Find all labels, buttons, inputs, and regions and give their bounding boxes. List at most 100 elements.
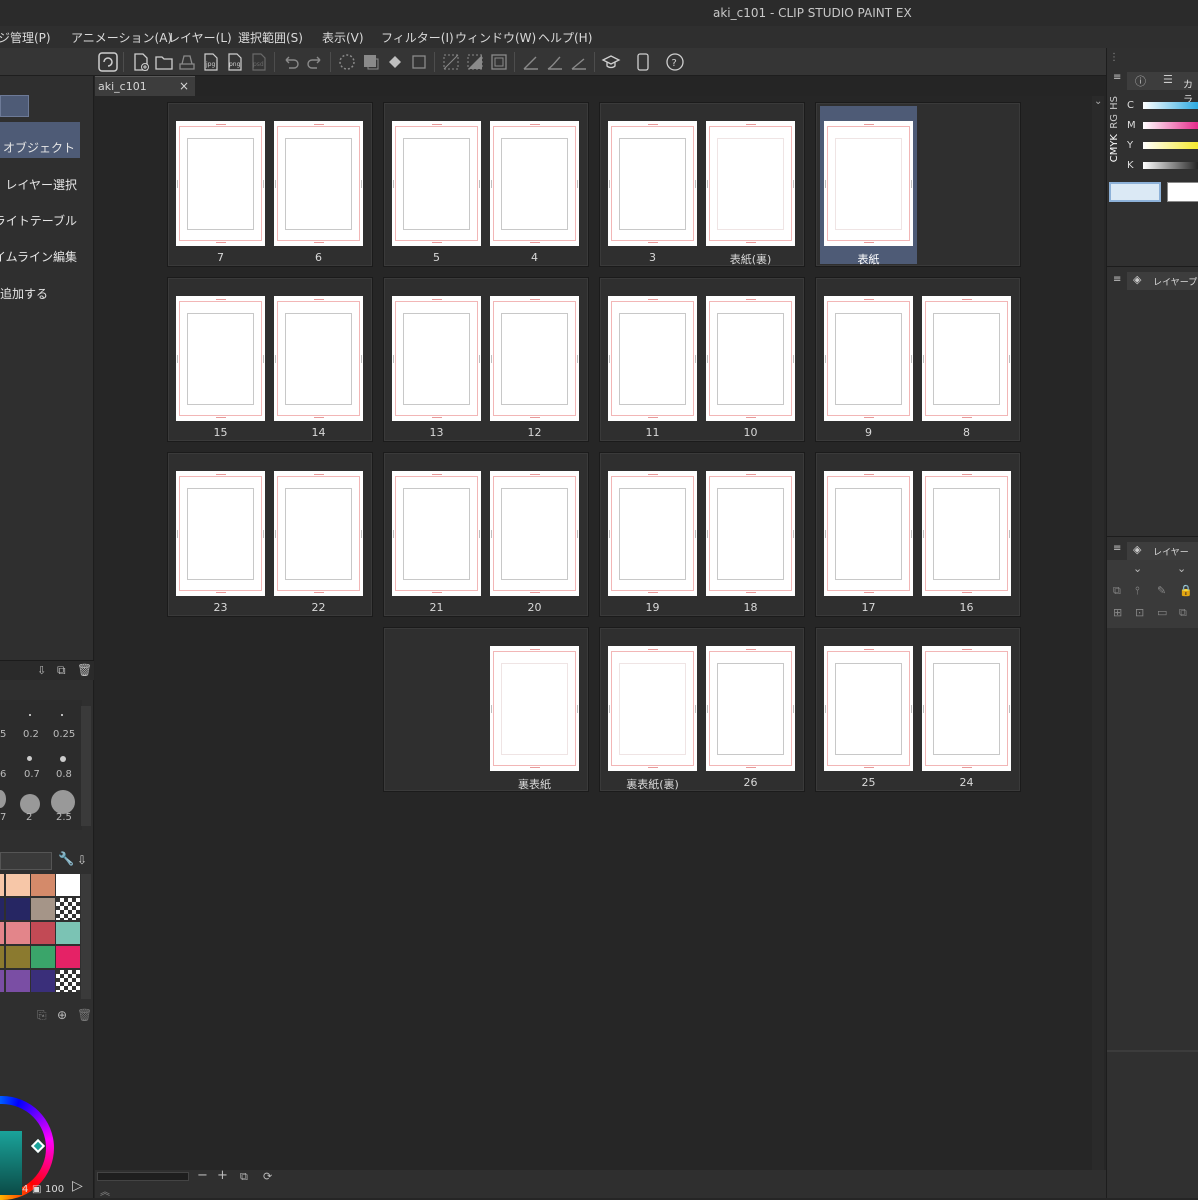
page-thumbnail[interactable]: [922, 471, 1011, 596]
learn-icon[interactable]: [601, 52, 621, 72]
menu-selection[interactable]: 選択範囲(S): [238, 29, 303, 46]
layers-icon[interactable]: ◈: [1133, 543, 1141, 556]
tab-hs[interactable]: HS: [1109, 96, 1120, 110]
new-folder-icon[interactable]: ▭: [1157, 606, 1167, 619]
page-thumbnail[interactable]: [274, 471, 363, 596]
clear-icon[interactable]: [337, 52, 357, 72]
brush-size[interactable]: 0.7: [24, 769, 40, 780]
lock-icon[interactable]: 🔒: [1179, 584, 1193, 597]
page-thumbnail[interactable]: [922, 296, 1011, 421]
deselect-icon[interactable]: [441, 52, 461, 72]
info-icon[interactable]: ⓘ: [1135, 73, 1146, 89]
layer-action-icon[interactable]: ✎: [1157, 584, 1166, 597]
new-file-icon[interactable]: [131, 52, 151, 72]
page-thumbnail[interactable]: [490, 646, 579, 771]
swatch[interactable]: [31, 922, 55, 944]
redo-icon[interactable]: [305, 52, 325, 72]
page-thumbnail[interactable]: [176, 296, 265, 421]
page-thumbnail-selected[interactable]: [824, 121, 913, 246]
page-thumbnail[interactable]: [392, 296, 481, 421]
swatch[interactable]: [6, 946, 30, 968]
clear-outside-icon[interactable]: [361, 52, 381, 72]
zoom-out-icon[interactable]: −: [197, 1168, 208, 1183]
menu-help[interactable]: ヘルプ(H): [538, 29, 592, 46]
transform-icon[interactable]: [409, 52, 429, 72]
export-icon[interactable]: ⎘: [37, 1008, 47, 1023]
new-vector-icon[interactable]: ⊡: [1135, 606, 1144, 619]
swatch[interactable]: [0, 946, 4, 968]
invert-selection-icon[interactable]: [465, 52, 485, 72]
color-square[interactable]: [0, 1131, 22, 1195]
document-tab[interactable]: aki_c101 ×: [95, 76, 195, 96]
fill-icon[interactable]: [385, 52, 405, 72]
menu-view[interactable]: 表示(V): [322, 29, 364, 46]
page-thumbnail[interactable]: [608, 646, 697, 771]
undo-icon[interactable]: [281, 52, 301, 72]
swatch[interactable]: [31, 898, 55, 920]
layers-icon[interactable]: ◈: [1133, 273, 1141, 286]
menu-page-management[interactable]: ジ管理(P): [0, 29, 51, 46]
transparent-swatch[interactable]: [56, 898, 80, 920]
clip-studio-icon[interactable]: [98, 52, 118, 72]
brush-size[interactable]: 6: [0, 769, 6, 780]
wrench-icon[interactable]: 🔧: [58, 852, 74, 867]
new-layer-icon[interactable]: ⊞: [1113, 606, 1122, 619]
main-color-swatch[interactable]: [1109, 182, 1161, 202]
swatch[interactable]: [6, 874, 30, 896]
subtool-add[interactable]: 追加する: [0, 285, 48, 302]
swatch[interactable]: [31, 970, 55, 992]
page-thumbnail[interactable]: [706, 646, 795, 771]
swatch[interactable]: [0, 874, 4, 896]
open-folder-icon[interactable]: [154, 52, 174, 72]
special-ruler-snap-icon[interactable]: [545, 52, 565, 72]
zoom-slider[interactable]: [97, 1172, 189, 1181]
yellow-slider[interactable]: [1143, 142, 1198, 149]
export-jpg-icon[interactable]: jpg: [201, 52, 221, 72]
tab-layer[interactable]: レイヤー: [1153, 545, 1189, 558]
page-thumbnail[interactable]: [706, 121, 795, 246]
swatch[interactable]: [6, 898, 30, 920]
tab-rg[interactable]: RG: [1109, 114, 1120, 129]
expand-icon[interactable]: ︽: [100, 1183, 110, 1198]
menu-layer[interactable]: レイヤー(L): [168, 29, 232, 46]
page-thumbnail[interactable]: [706, 471, 795, 596]
chevron-down-icon[interactable]: ⌄: [1094, 96, 1102, 107]
swatch[interactable]: [0, 898, 4, 920]
subtool-light-table[interactable]: ライトテーブル: [0, 212, 77, 229]
menu-filter[interactable]: フィルター(I): [381, 29, 454, 46]
page-thumbnail[interactable]: [824, 646, 913, 771]
play-icon[interactable]: ▷: [72, 1178, 83, 1194]
close-icon[interactable]: ×: [179, 79, 189, 93]
color-set-icon[interactable]: ☰: [1163, 73, 1173, 86]
cyan-slider[interactable]: [1143, 102, 1198, 109]
subtool-timeline-edit[interactable]: タイムライン編集: [0, 248, 77, 265]
page-thumbnail[interactable]: [608, 471, 697, 596]
page-thumbnail[interactable]: [824, 296, 913, 421]
subtool-object[interactable]: オブジェクト: [0, 139, 77, 156]
trash-icon[interactable]: 🗑: [77, 663, 92, 677]
canvas-scrollbar[interactable]: [1092, 96, 1104, 1170]
select-all-icon[interactable]: [489, 52, 509, 72]
swatch[interactable]: [56, 922, 80, 944]
zoom-in-icon[interactable]: +: [217, 1168, 228, 1183]
menu-icon[interactable]: ≡: [1113, 543, 1121, 554]
chevron-down-icon[interactable]: ⌄: [1133, 562, 1142, 575]
download-icon[interactable]: ⇩: [37, 664, 46, 677]
swatch[interactable]: [0, 970, 4, 992]
page-thumbnail[interactable]: [176, 471, 265, 596]
copy-icon[interactable]: ⧉: [1179, 606, 1187, 620]
layer-action-icon[interactable]: ⫯: [1135, 584, 1140, 598]
menu-icon[interactable]: ≡: [1113, 72, 1121, 83]
brush-size[interactable]: 5: [0, 729, 6, 740]
help-icon[interactable]: ?: [665, 52, 685, 72]
tab-layer-property[interactable]: レイヤープロ: [1153, 275, 1198, 288]
brush-size[interactable]: 2: [26, 812, 32, 823]
page-thumbnail[interactable]: [824, 471, 913, 596]
duplicate-icon[interactable]: ⧉: [57, 663, 66, 678]
page-thumbnail[interactable]: [392, 121, 481, 246]
swatch[interactable]: [31, 946, 55, 968]
page-thumbnail[interactable]: [490, 471, 579, 596]
brush-size[interactable]: 2.5: [56, 812, 72, 823]
brush-size[interactable]: 0.25: [53, 729, 75, 740]
swatch[interactable]: [0, 922, 4, 944]
